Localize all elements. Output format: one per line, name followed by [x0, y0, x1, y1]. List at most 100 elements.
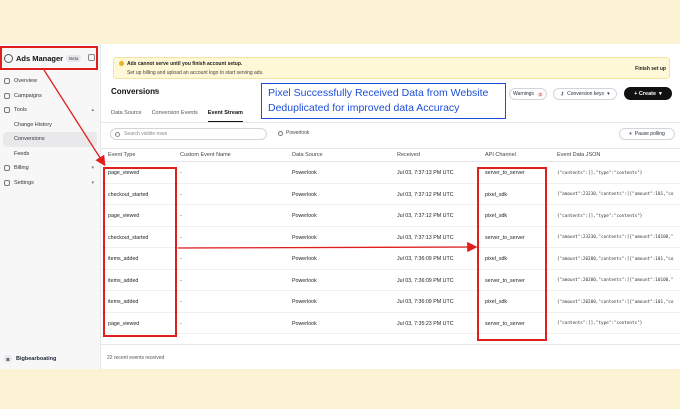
sidebar-item-change-history[interactable]: Change History	[0, 118, 100, 133]
setup-warning-banner: Ads cannot serve until you finish accoun…	[113, 57, 670, 79]
warnings-count-badge: 3	[536, 91, 544, 97]
account-name: Bigbearboating	[16, 356, 57, 362]
sidebar-item-settings[interactable]: Settings ▾	[0, 176, 100, 191]
megaphone-icon	[4, 92, 10, 99]
table-row[interactable]: checkout_started - Powerlook Jul 03, 7:37:1…	[101, 227, 680, 248]
custom-event-name-cell: -	[180, 213, 182, 219]
event-json-cell: {"amount":23230,"contents":[{"amount":10…	[557, 235, 674, 240]
table-footer: 22 recent events received	[101, 344, 680, 369]
annotation-line-1: Pixel Successfully Received Data from We…	[268, 87, 489, 99]
table-row[interactable]: page_viewed - Powerlook Jul 03, 7:37:13 PM …	[101, 162, 680, 184]
custom-event-name-cell: -	[180, 234, 182, 241]
chevron-down-icon: ▾	[91, 179, 94, 186]
home-icon	[4, 78, 10, 85]
data-source-cell: Powerlook	[292, 299, 317, 305]
data-source-cell: Powerlook	[292, 191, 317, 198]
data-source-cell: Powerlook	[292, 277, 317, 284]
warnings-label: Warnings	[513, 91, 534, 97]
event-json-cell: {"amount":20200,"contents":[{"amount":10…	[557, 256, 674, 262]
gear-icon	[4, 179, 10, 186]
event-json-cell: {"contents":[],"type":"contents"}	[557, 213, 643, 219]
table-row[interactable]: page_viewed - Powerlook Jul 03, 7:37:12 PM …	[101, 205, 680, 227]
annotation-callout: Pixel Successfully Received Data from We…	[261, 83, 506, 119]
account-switcher[interactable]: B Bigbearboating	[4, 355, 56, 363]
received-cell: Jul 03, 7:36:09 PM UTC	[397, 299, 454, 305]
tab-bar: Data Source Conversion Events Event Stre…	[111, 110, 243, 122]
sidebar-item-campaigns[interactable]: Campaigns	[0, 89, 100, 104]
custom-event-name-cell: -	[180, 256, 182, 262]
received-cell: Jul 03, 7:37:12 PM UTC	[397, 191, 454, 198]
pause-icon: ⏸	[629, 131, 632, 137]
sidebar-item-label: Change History	[14, 121, 52, 128]
column-header[interactable]: Received	[397, 152, 420, 158]
column-header[interactable]: API Channel	[485, 152, 516, 158]
warnings-button[interactable]: Warnings 3	[509, 88, 547, 100]
search-input[interactable]: Search visible rows	[110, 128, 267, 140]
warning-icon	[119, 61, 124, 66]
sidebar-item-label: Campaigns	[14, 92, 42, 99]
sidebar-item-feeds[interactable]: Feeds	[0, 147, 100, 162]
event-count: 22 recent events received	[107, 355, 165, 361]
received-cell: Jul 03, 7:37:13 PM UTC	[397, 234, 454, 241]
sidebar-item-label: Conversions	[14, 136, 45, 143]
banner-title: Ads cannot serve until you finish accoun…	[127, 61, 243, 67]
data-source-cell: Powerlook	[292, 256, 317, 262]
pause-label: Pause polling	[634, 131, 665, 137]
pause-polling-button[interactable]: ⏸ Pause polling	[619, 128, 675, 140]
table-row[interactable]: checkout_started - Powerlook Jul 03, 7:37:1…	[101, 184, 680, 205]
key-icon: ⚷	[560, 91, 565, 97]
create-label: + Create	[634, 90, 657, 97]
sidebar-item-billing[interactable]: Billing ▾	[0, 161, 100, 176]
avatar: B	[4, 355, 12, 363]
table-row[interactable]: page_viewed - Powerlook Jul 03, 7:35:23 PM …	[101, 313, 680, 334]
table-row[interactable]: items_added - Powerlook Jul 03, 7:36:09 PM …	[101, 270, 680, 291]
column-header[interactable]: Event Type	[108, 152, 135, 158]
column-header[interactable]: Data Source	[292, 152, 323, 158]
sidebar-item-conversions[interactable]: Conversions	[3, 132, 97, 147]
chevron-down-icon: ▾	[607, 91, 610, 97]
received-cell: Jul 03, 7:37:13 PM UTC	[397, 170, 454, 176]
column-header[interactable]: Event Data JSON	[557, 152, 600, 158]
tab-conversion-events[interactable]: Conversion Events	[152, 110, 198, 122]
custom-event-name-cell: -	[180, 170, 182, 176]
tab-event-stream[interactable]: Event Stream	[207, 110, 243, 122]
sidebar: Ads Manager Beta Overview Campaigns Tool…	[0, 44, 101, 369]
sidebar-item-label: Billing	[14, 165, 29, 172]
billing-icon	[4, 165, 10, 172]
conversion-keys-button[interactable]: ⚷ Conversion keys ▾	[553, 88, 617, 100]
sidebar-item-overview[interactable]: Overview	[0, 74, 100, 89]
chevron-down-icon: ▾	[659, 90, 662, 97]
tab-data-source[interactable]: Data Source	[111, 110, 142, 122]
table-row[interactable]: items_added - Powerlook Jul 03, 7:36:09 PM …	[101, 291, 680, 313]
sidebar-item-label: Feeds	[14, 150, 30, 157]
sidebar-item-label: Overview	[14, 78, 37, 85]
pixel-icon	[278, 130, 283, 136]
annotation-line-2: Deduplicated for improved data Accuracy	[268, 102, 460, 114]
pixel-filter[interactable]: Powerlook	[278, 130, 309, 136]
info-icon[interactable]	[154, 89, 159, 94]
pixel-label: Powerlook	[286, 130, 310, 136]
custom-event-name-cell: -	[180, 277, 182, 284]
highlight-box-api-channel	[477, 167, 547, 341]
finish-setup-link[interactable]: Finish set up	[635, 66, 666, 72]
table-row[interactable]: items_added - Powerlook Jul 03, 7:36:09 PM …	[101, 248, 680, 270]
sidebar-item-tools[interactable]: Tools ▴	[0, 103, 100, 118]
event-json-cell: {"contents":[],"type":"contents"}	[557, 321, 643, 326]
tools-icon	[4, 107, 10, 114]
event-json-cell: {"contents":[],"type":"contents"}	[557, 170, 643, 176]
create-button[interactable]: + Create ▾	[624, 87, 672, 100]
data-source-cell: Powerlook	[292, 320, 317, 327]
chevron-up-icon: ▴	[91, 107, 94, 114]
sidebar-nav: Overview Campaigns Tools ▴ Change History…	[0, 74, 100, 190]
received-cell: Jul 03, 7:35:23 PM UTC	[397, 320, 454, 327]
event-json-cell: {"amount":20200,"contents":[{"amount":10…	[557, 299, 674, 305]
custom-event-name-cell: -	[180, 191, 182, 198]
data-source-cell: Powerlook	[292, 234, 317, 241]
conversion-keys-label: Conversion keys	[567, 91, 605, 97]
highlight-box-ads-manager	[0, 46, 98, 70]
data-source-cell: Powerlook	[292, 170, 317, 176]
column-header[interactable]: Custom Event Name	[180, 152, 231, 158]
event-json-cell: {"amount":23230,"contents":[{"amount":10…	[557, 192, 674, 197]
event-table-body: page_viewed - Powerlook Jul 03, 7:37:13 PM …	[101, 162, 680, 334]
search-icon	[115, 131, 120, 137]
